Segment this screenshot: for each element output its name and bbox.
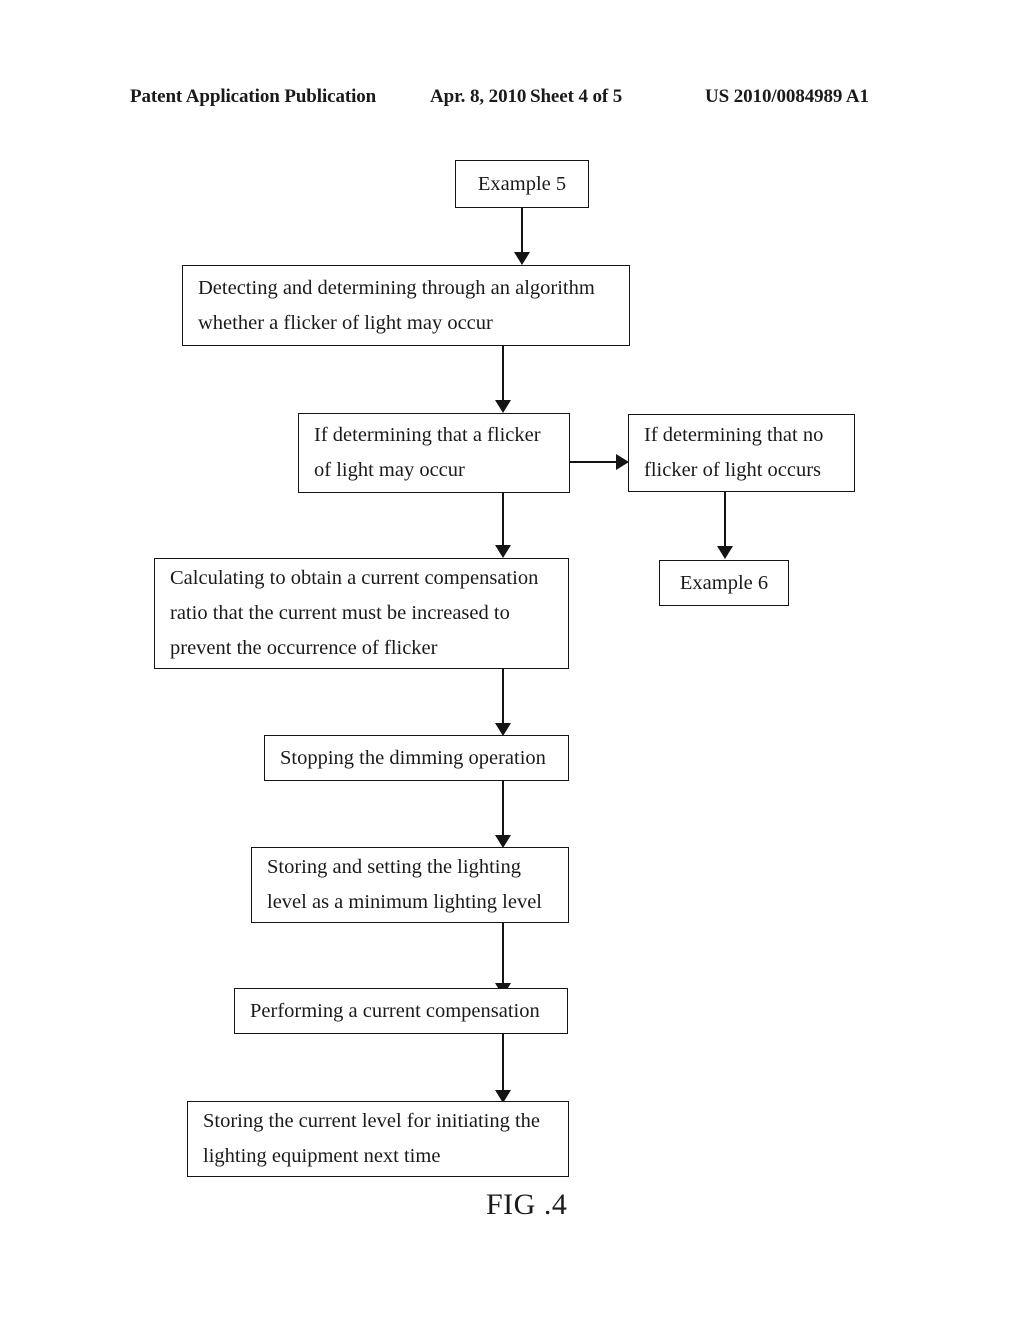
flow-node-flicker-no-line-2: flicker of light occurs — [644, 459, 822, 481]
arrowhead-example5-to-detecting — [514, 252, 530, 265]
flow-node-detecting-line-1: Detecting and determining through an alg… — [198, 276, 595, 299]
flow-node-calculating-line-1: Calculating to obtain a current compensa… — [170, 567, 539, 589]
flow-node-storing-current-level: Storing the current level for initiating… — [187, 1101, 569, 1177]
flow-node-stopping-dimming: Stopping the dimming operation — [264, 735, 569, 781]
flow-node-detecting-line-2: whether a flicker of light may occur — [198, 311, 493, 334]
connector-detecting-to-flicker-yes — [502, 346, 504, 400]
flow-node-performing-line-1: Performing a current compensation — [250, 999, 540, 1022]
flowchart-figure: Example 5 Detecting and determining thro… — [0, 0, 1024, 1320]
connector-flicker-yes-to-calculating — [502, 493, 504, 545]
flow-node-flicker-may-occur: If determining that a flicker of light m… — [298, 413, 570, 493]
connector-flicker-yes-to-flicker-no — [570, 461, 618, 463]
flow-node-flicker-yes-line-1: If determining that a flicker — [314, 424, 541, 446]
flow-node-stopping-line-1: Stopping the dimming operation — [280, 746, 546, 769]
flow-node-example-5-line-1: Example 5 — [477, 172, 567, 195]
arrowhead-detecting-to-flicker-yes — [495, 400, 511, 413]
flow-node-calculating-line-2: ratio that the current must be increased… — [170, 602, 510, 624]
flow-node-performing-compensation: Performing a current compensation — [234, 988, 568, 1034]
flow-node-storing-current-line-1: Storing the current level for initiating… — [203, 1110, 541, 1132]
arrowhead-flicker-yes-to-calculating — [495, 545, 511, 558]
flow-node-flicker-yes-line-2: of light may occur — [314, 459, 465, 481]
connector-stopping-to-storing-level — [502, 781, 504, 835]
flow-node-detecting-determining: Detecting and determining through an alg… — [182, 265, 630, 346]
flow-node-example-6-line-1: Example 6 — [679, 571, 769, 594]
flow-node-example-5: Example 5 — [455, 160, 589, 208]
flow-node-storing-level-line-2: level as a minimum lighting level — [267, 891, 542, 913]
connector-flicker-no-to-example6 — [724, 492, 726, 546]
connector-performing-to-storing-current — [502, 1034, 504, 1090]
flow-node-storing-level-line-1: Storing and setting the lighting — [267, 856, 521, 878]
connector-calculating-to-stopping — [502, 669, 504, 723]
flow-node-example-6: Example 6 — [659, 560, 789, 606]
flow-node-no-flicker: If determining that no flicker of light … — [628, 414, 855, 492]
flow-node-calculating-line-3: prevent the occurrence of flicker — [170, 637, 438, 659]
flow-node-calculating-compensation-ratio: Calculating to obtain a current compensa… — [154, 558, 569, 669]
flow-node-storing-current-line-2: lighting equipment next time — [203, 1145, 441, 1167]
arrowhead-flicker-no-to-example6 — [717, 546, 733, 559]
figure-caption: FIG .4 — [486, 1188, 568, 1221]
connector-example5-to-detecting — [521, 208, 523, 252]
connector-storing-level-to-performing — [502, 923, 504, 983]
flow-node-storing-minimum-level: Storing and setting the lighting level a… — [251, 847, 569, 923]
flow-node-flicker-no-line-1: If determining that no — [644, 424, 824, 446]
